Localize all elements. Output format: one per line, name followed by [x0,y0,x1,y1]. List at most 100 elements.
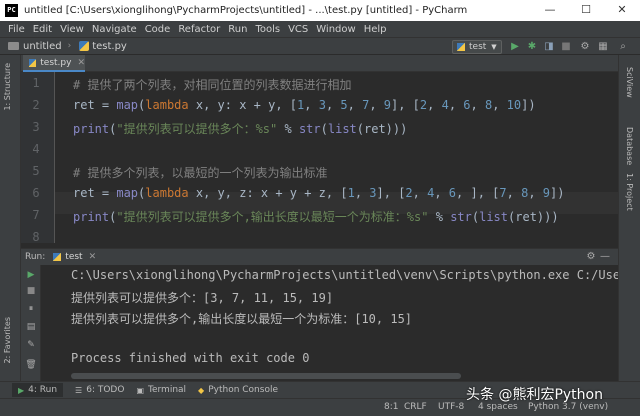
tab-label: 6: TODO [86,385,125,395]
run-console-output[interactable]: C:\Users\xionglihong\PycharmProjects\unt… [41,265,618,381]
trash-icon[interactable]: 🗑 [25,359,37,371]
settings-gear-icon[interactable]: ⚙ [584,251,598,262]
run-tab-test[interactable]: test ✕ [53,252,96,262]
close-window-button[interactable]: ✕ [604,0,640,21]
code-editor[interactable]: 1 2 3 4 5 6 7 8 # 提供了两个列表，对相同位置的列表数据进行相加 ret = m… [21,72,618,244]
terminal-icon: ▣ [136,385,144,395]
code-token: print [73,122,110,136]
code-line: print("提供列表可以提供多个,输出长度以最短一个为标准：%s" % str… [73,208,559,225]
breadcrumb-separator-icon: › [67,41,72,51]
rerun-icon[interactable]: ▶ [25,269,37,281]
database-tool-tab[interactable]: Database [625,127,634,165]
menu-navigate[interactable]: Navigate [92,24,137,35]
code-token: % [428,210,451,224]
menu-view[interactable]: View [60,24,84,35]
tab-run[interactable]: ▶ 4: Run [12,383,64,397]
code-token: , [304,98,319,112]
stop-button[interactable]: ■ [559,40,573,54]
window-title: untitled [C:\Users\xionglihong\PycharmPr… [24,5,468,16]
tab-terminal[interactable]: ▣ Terminal [136,385,186,395]
horizontal-scrollbar[interactable] [71,373,461,379]
code-token: ]) [550,186,565,200]
run-icon: ▶ [18,385,25,395]
window-title-bar: PC untitled [C:\Users\xionglihong\Pychar… [0,0,640,21]
code-token: "提供列表可以提供多个：%s" [116,122,278,136]
code-token: 10 [506,98,522,112]
minimize-button[interactable]: — [532,0,568,21]
code-token: ], [ [391,98,420,112]
line-number: 2 [32,98,40,112]
watermark: 头条 @熊利宏Python [466,387,603,403]
code-token: lambda [145,98,189,112]
project-tool-tab[interactable]: 1: Project [625,173,634,211]
code-token: ret = [73,98,117,112]
run-with-coverage-button[interactable]: ◨ [542,40,556,54]
code-token: 1 [347,186,355,200]
code-token: 5 [340,98,348,112]
run-tab-label: test [65,252,83,262]
menu-edit[interactable]: Edit [33,24,52,35]
code-token: , [434,186,449,200]
caret-position[interactable]: 8:1 [384,402,398,412]
folder-icon [8,42,19,50]
run-configuration-select[interactable]: test ▼ [452,40,502,54]
favorites-tool-tab[interactable]: 2: Favorites [3,317,12,363]
tab-python-console[interactable]: ◆ Python Console [198,385,278,395]
breadcrumb-project[interactable]: untitled [23,41,62,52]
run-panel-label: Run: [25,252,46,262]
code-token: 3 [318,98,326,112]
file-encoding[interactable]: UTF-8 [438,402,464,412]
pin-icon[interactable]: ✎ [25,339,37,351]
code-token: , [470,98,485,112]
run-panel-header: Run: test ✕ ⚙ — [21,248,618,265]
maximize-button[interactable]: ☐ [568,0,604,21]
code-token: , [412,186,428,200]
code-token: x, y: x + y, [ [188,98,298,112]
code-token: # 提供了两个列表，对相同位置的列表数据进行相加 [73,78,352,92]
menu-vcs[interactable]: VCS [288,24,308,35]
line-number: 1 [32,76,40,90]
code-token: , [492,98,507,112]
menu-window[interactable]: Window [316,24,355,35]
menu-code[interactable]: Code [145,24,171,35]
pause-icon[interactable]: ⏸ [25,303,37,315]
print-icon[interactable]: ▤ [25,321,37,333]
menu-run[interactable]: Run [228,24,247,35]
line-separator[interactable]: CRLF [404,402,427,412]
run-configuration-label: test [469,42,487,52]
code-token: , [369,98,384,112]
line-number: 6 [32,186,40,200]
hide-panel-icon[interactable]: — [598,251,612,262]
menu-file[interactable]: File [8,24,25,35]
tab-todo[interactable]: ☰ 6: TODO [75,385,124,395]
code-token: % [277,122,299,136]
tab-test-py[interactable]: test.py ✕ [23,55,85,72]
menu-refactor[interactable]: Refactor [178,24,220,35]
breadcrumb: untitled › test.py [8,41,127,52]
project-structure-button[interactable]: ▦ [596,40,610,54]
settings-button[interactable]: ⚙ [578,40,592,54]
debug-button[interactable]: ✱ [525,40,539,54]
code-token: map [116,186,139,200]
code-token: list [327,122,357,136]
run-side-toolbar: ▶ ■ ⏸ ▤ ✎ 🗑 [21,265,41,381]
code-token: str [450,210,472,224]
breadcrumb-file[interactable]: test.py [92,41,127,52]
console-line: C:\Users\xionglihong\PycharmProjects\unt… [71,268,618,282]
tab-label: Terminal [148,385,187,395]
search-everywhere-icon[interactable]: ⌕ [616,40,630,54]
sciview-tool-tab[interactable]: SciView [625,67,634,98]
close-tab-icon[interactable]: ✕ [89,252,97,262]
stop-icon[interactable]: ■ [25,285,37,297]
run-button[interactable]: ▶ [508,40,522,54]
left-tool-strip: 1: Structure 2: Favorites [0,55,21,381]
menu-help[interactable]: Help [364,24,387,35]
structure-tool-tab[interactable]: 1: Structure [3,63,12,111]
code-token: 2 [405,186,413,200]
close-tab-icon[interactable]: ✕ [77,58,85,68]
code-token: print [73,210,110,224]
line-number: 3 [32,120,40,134]
menu-tools[interactable]: Tools [255,24,280,35]
code-token: (ret))) [356,122,408,136]
code-line: ret = map(lambda x, y: x + y, [1, 3, 5, … [73,98,536,112]
